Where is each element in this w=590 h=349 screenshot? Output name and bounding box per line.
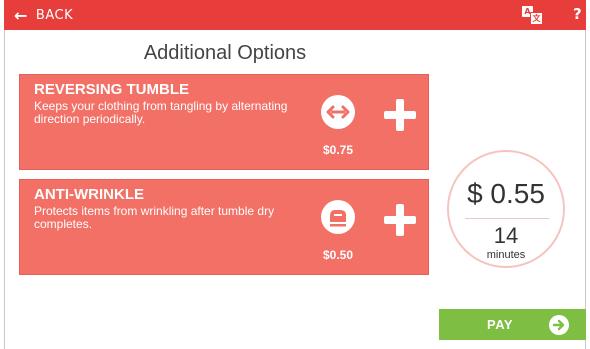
top-bar: ← BACK A 文 ? [4, 0, 586, 30]
total-price: $ 0.55 [467, 178, 545, 209]
cost-summary: $ 0.55 14 minutes [447, 150, 565, 268]
arrow-right-circle-icon [549, 315, 569, 335]
add-reversing-tumble-button[interactable] [382, 97, 418, 133]
page-title: Additional Options [143, 42, 307, 64]
option-description: Protects items from wrinkling after tumb… [34, 204, 275, 231]
add-anti-wrinkle-button[interactable] [382, 202, 418, 238]
pay-button[interactable]: PAY [439, 309, 586, 340]
option-card-anti-wrinkle[interactable]: ANTI-WRINKLE Protects items from wrinkli… [19, 179, 429, 275]
back-label: BACK [35, 7, 74, 23]
minutes-label: minutes [486, 249, 526, 261]
help-button[interactable]: ? [573, 5, 582, 23]
back-button[interactable]: ← BACK [14, 6, 73, 25]
option-card-reversing-tumble[interactable]: REVERSING TUMBLE Keeps your clothing fro… [19, 74, 429, 170]
summary-divider [465, 218, 549, 219]
reverse-arrows-icon [321, 95, 355, 129]
option-price: $0.75 [322, 143, 354, 157]
option-price: $0.50 [322, 248, 354, 262]
left-arrow-icon: ← [14, 5, 28, 25]
option-title: ANTI-WRINKLE [34, 186, 144, 203]
iron-icon [321, 200, 355, 234]
option-title: REVERSING TUMBLE [34, 81, 190, 98]
translate-icon[interactable]: A 文 [522, 6, 544, 25]
option-description: Keeps your clothing from tangling by alt… [34, 99, 288, 126]
pay-label: PAY [487, 317, 514, 332]
minutes-value: 14 [493, 223, 519, 248]
